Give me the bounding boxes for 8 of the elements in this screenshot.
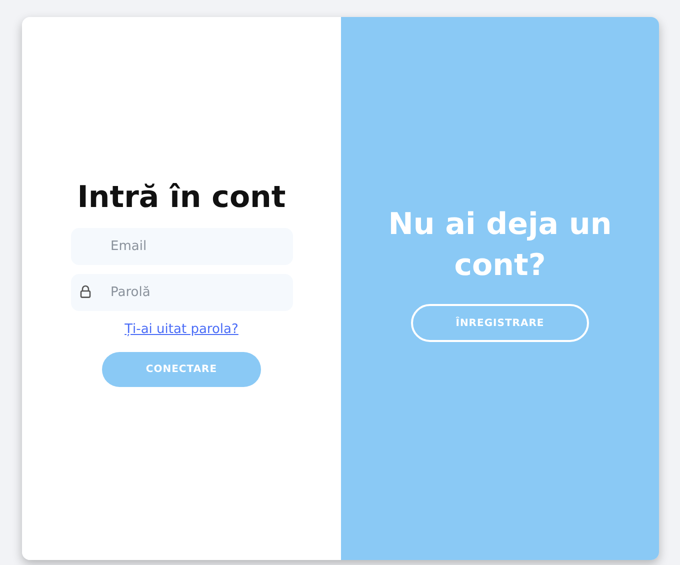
signup-title: Nu ai deja un cont?: [387, 206, 613, 284]
email-field[interactable]: Email: [70, 228, 292, 265]
lock-icon: [80, 284, 90, 298]
login-title: Intră în cont: [77, 180, 286, 216]
forgot-password-link[interactable]: Ți-ai uitat parola?: [124, 320, 238, 340]
login-button[interactable]: CONECTARE: [102, 352, 261, 388]
password-field[interactable]: Parolă: [70, 274, 292, 311]
register-button[interactable]: ÎNREGISTRARE: [411, 304, 589, 342]
